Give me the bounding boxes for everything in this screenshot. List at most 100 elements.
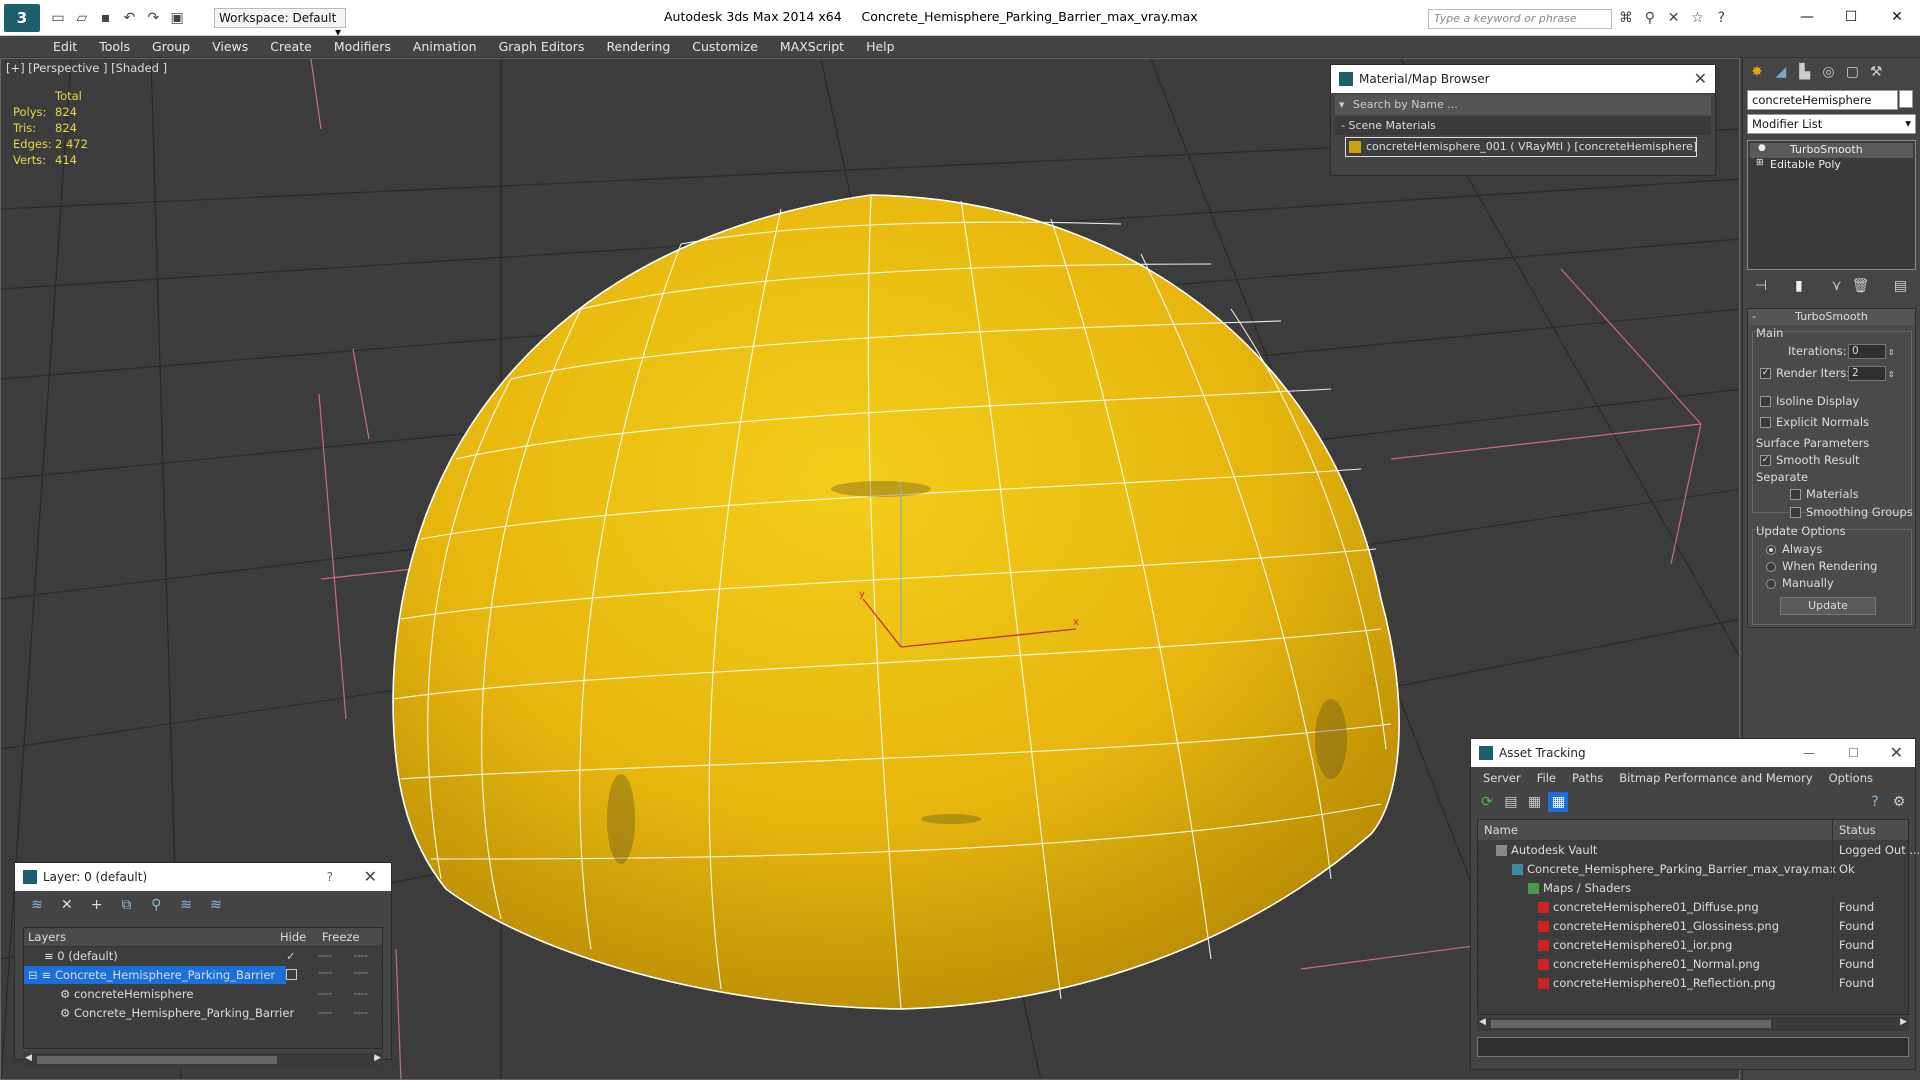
asset-menu-options[interactable]: Options xyxy=(1821,771,1881,785)
active-layer-box-icon[interactable] xyxy=(286,969,297,980)
update-manually-radio[interactable]: Manually xyxy=(1766,575,1834,592)
expand-minus-icon[interactable]: ⊟ xyxy=(24,968,38,982)
binoculars-icon[interactable]: ⌘ xyxy=(1616,8,1636,28)
workspace-select[interactable]: Workspace: Default ▾ xyxy=(214,8,346,39)
save-file-icon[interactable]: ▪ xyxy=(96,8,116,28)
menu-animation[interactable]: Animation xyxy=(402,36,488,57)
hide-column-header[interactable]: Hide xyxy=(280,928,306,947)
menu-graph-editors[interactable]: Graph Editors xyxy=(488,36,596,57)
menu-help[interactable]: Help xyxy=(855,36,906,57)
asset-row[interactable]: concreteHemisphere01_Normal.png Found xyxy=(1478,955,1908,974)
smoothing-groups-checkbox[interactable]: Smoothing Groups xyxy=(1790,504,1913,521)
layer-horizontal-scrollbar[interactable]: ◀ ▶ xyxy=(23,1053,383,1067)
rollout-header[interactable]: - TurboSmooth xyxy=(1748,309,1915,325)
select-objects-icon[interactable]: ⧉ xyxy=(116,895,136,915)
asset-help-icon[interactable]: ? xyxy=(1865,792,1885,812)
separate-materials-checkbox[interactable]: Materials xyxy=(1790,486,1859,503)
freeze-column-header[interactable]: Freeze xyxy=(322,928,360,947)
menu-edit[interactable]: Edit xyxy=(42,36,88,57)
thumbnail-view-icon[interactable]: ▦ xyxy=(1525,792,1545,812)
display-tab-icon[interactable]: ▢ xyxy=(1842,62,1862,82)
active-layer-check-icon[interactable]: ✓ xyxy=(286,947,296,966)
highlight-layer-icon[interactable]: ⚲ xyxy=(146,895,166,915)
name-column-header[interactable]: Name xyxy=(1478,823,1518,837)
material-browser-close-button[interactable]: ✕ xyxy=(1694,65,1707,93)
layer-row-barrier[interactable]: ⊟ ≡ Concrete_Hemisphere_Parking_Barrier xyxy=(24,966,286,985)
asset-row[interactable]: concreteHemisphere01_ior.png Found xyxy=(1478,936,1908,955)
render-iters-spinner[interactable]: 2 ⇕ xyxy=(1848,366,1895,381)
open-file-icon[interactable]: ▱ xyxy=(72,8,92,28)
expand-plus-icon[interactable]: ⊞ xyxy=(1756,158,1764,168)
scene-materials-header[interactable]: - Scene Materials xyxy=(1335,117,1711,135)
layer-dialog-titlebar[interactable]: Layer: 0 (default) ? ✕ xyxy=(15,863,391,891)
menu-customize[interactable]: Customize xyxy=(681,36,769,57)
create-layer-icon[interactable]: ≋ xyxy=(27,895,47,915)
viewport-label[interactable]: [+] [Perspective ] [Shaded ] xyxy=(6,61,167,75)
communication-icon[interactable]: ✕ xyxy=(1664,8,1684,28)
motion-tab-icon[interactable]: ◎ xyxy=(1818,62,1838,82)
show-end-result-icon[interactable]: ▮ xyxy=(1789,276,1809,296)
layer-row-default[interactable]: ≡ 0 (default) ✓ ╌╌ ╌╌ xyxy=(24,947,382,966)
asset-menu-server[interactable]: Server xyxy=(1475,771,1529,785)
render-iters-checkbox[interactable]: ✓ Render Iters: xyxy=(1760,365,1850,382)
asset-row[interactable]: concreteHemisphere01_Reflection.png Found xyxy=(1478,974,1908,993)
hide-all-layers-icon[interactable]: ≋ xyxy=(176,895,196,915)
create-tab-icon[interactable]: ✸ xyxy=(1747,62,1767,82)
refresh-icon[interactable]: ⟳ xyxy=(1477,792,1497,812)
undo-icon[interactable]: ↶ xyxy=(119,8,139,28)
layer-object-row[interactable]: ⚙ concreteHemisphere ╌╌ ╌╌ xyxy=(24,985,382,1004)
app-logo[interactable]: 3 xyxy=(4,4,40,32)
new-file-icon[interactable]: ▭ xyxy=(48,8,68,28)
minimize-button[interactable]: — xyxy=(1784,4,1830,30)
object-name-field[interactable]: concreteHemisphere xyxy=(1747,90,1898,110)
table-view-icon[interactable]: ▦ xyxy=(1548,792,1569,812)
menu-views[interactable]: Views xyxy=(201,36,259,57)
freeze-all-layers-icon[interactable]: ≋ xyxy=(206,895,226,915)
close-button[interactable]: ✕ xyxy=(1874,4,1920,30)
layer-object-row[interactable]: ⚙ Concrete_Hemisphere_Parking_Barrier ╌╌… xyxy=(24,1004,382,1023)
asset-scroll-thumb[interactable] xyxy=(1491,1020,1771,1028)
iterations-spinner[interactable]: 0 ⇕ xyxy=(1848,344,1895,359)
material-search-input[interactable]: ▾ Search by Name ... xyxy=(1335,95,1711,115)
asset-row[interactable]: concreteHemisphere01_Glossiness.png Found xyxy=(1478,917,1908,936)
utilities-tab-icon[interactable]: ⚒ xyxy=(1866,62,1886,82)
menu-modifiers[interactable]: Modifiers xyxy=(323,36,402,57)
menu-create[interactable]: Create xyxy=(259,36,323,57)
modifier-list-dropdown[interactable]: Modifier List ▾ xyxy=(1747,114,1916,134)
help-icon[interactable]: ? xyxy=(1711,8,1731,28)
configure-sets-icon[interactable]: ▤ xyxy=(1890,276,1910,296)
update-always-radio[interactable]: Always xyxy=(1766,541,1822,558)
asset-menu-bitmap-performance-and-memory[interactable]: Bitmap Performance and Memory xyxy=(1611,771,1820,785)
menu-maxscript[interactable]: MAXScript xyxy=(769,36,855,57)
scroll-thumb[interactable] xyxy=(37,1056,277,1064)
asset-close-button[interactable]: ✕ xyxy=(1890,739,1903,767)
smooth-result-checkbox[interactable]: ✓ Smooth Result xyxy=(1760,452,1860,469)
project-folder-icon[interactable]: ▣ xyxy=(167,8,187,28)
asset-row[interactable]: Maps / Shaders xyxy=(1478,879,1908,898)
favorites-star-icon[interactable]: ☆ xyxy=(1687,8,1707,28)
subscription-icon[interactable]: ⚲ xyxy=(1640,8,1660,28)
layer-help-button[interactable]: ? xyxy=(327,863,333,891)
status-column-header[interactable]: Status xyxy=(1832,820,1902,841)
update-button[interactable]: Update xyxy=(1780,597,1876,615)
maximize-button[interactable]: ☐ xyxy=(1828,4,1874,30)
modify-tab-icon[interactable]: ◢ xyxy=(1771,62,1791,82)
asset-tracking-titlebar[interactable]: Asset Tracking — ☐ ✕ xyxy=(1471,739,1915,767)
menu-group[interactable]: Group xyxy=(141,36,201,57)
update-when-rendering-radio[interactable]: When Rendering xyxy=(1766,558,1877,575)
make-unique-icon[interactable]: ⋎ xyxy=(1827,276,1847,296)
layer-close-button[interactable]: ✕ xyxy=(364,863,377,891)
asset-menu-file[interactable]: File xyxy=(1529,771,1564,785)
remove-modifier-icon[interactable]: 🗑 xyxy=(1850,276,1870,296)
asset-horizontal-scrollbar[interactable]: ◀ ▶ xyxy=(1477,1017,1909,1031)
asset-minimize-button[interactable]: — xyxy=(1803,739,1815,767)
stack-item-editable-poly[interactable]: ⊞ Editable Poly xyxy=(1750,158,1913,173)
asset-path-field[interactable] xyxy=(1477,1037,1909,1057)
asset-row[interactable]: Autodesk Vault Logged Out ... xyxy=(1478,841,1920,860)
add-to-layer-icon[interactable]: + xyxy=(87,895,107,915)
filter-dropdown-icon[interactable]: ▾ xyxy=(1339,95,1345,115)
object-color-swatch[interactable] xyxy=(1899,90,1913,108)
menu-rendering[interactable]: Rendering xyxy=(595,36,681,57)
isoline-display-checkbox[interactable]: Isoline Display xyxy=(1760,393,1859,410)
lightbulb-icon[interactable]: ● xyxy=(1758,143,1766,153)
